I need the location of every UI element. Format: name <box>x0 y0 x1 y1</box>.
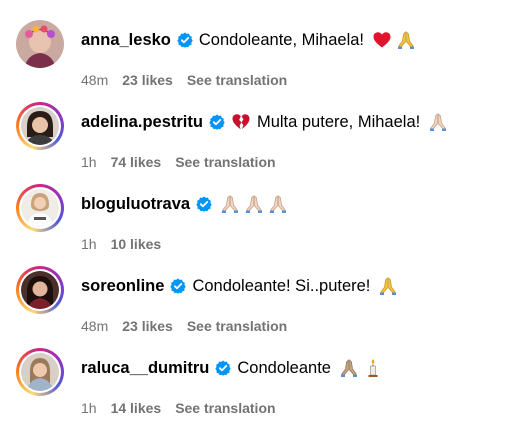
verified-badge-icon <box>170 278 187 294</box>
avatar-image <box>21 107 59 145</box>
verified-badge-icon <box>177 32 193 48</box>
likes-count[interactable]: 23 likes <box>122 318 173 334</box>
comment-meta: 1h 74 likes See translation <box>81 154 276 170</box>
comment-time: 1h <box>81 400 97 416</box>
folded-hands-icon <box>270 195 287 213</box>
comment-item: soreonline Condoleante! Si..putere! 48m … <box>0 266 525 348</box>
likes-count[interactable]: 14 likes <box>111 400 162 416</box>
avatar-image <box>16 20 64 68</box>
avatar[interactable] <box>16 102 64 150</box>
folded-hands-icon <box>340 359 357 377</box>
username[interactable]: raluca__dumitru <box>81 359 209 378</box>
username[interactable]: adelina.pestritu <box>81 113 203 132</box>
comment-text: Multa putere, Mihaela! <box>256 112 421 131</box>
comment-time: 1h <box>81 154 97 170</box>
folded-hands-icon <box>380 277 397 295</box>
comment-meta: 1h 10 likes <box>81 236 175 252</box>
see-translation-button[interactable]: See translation <box>175 400 275 416</box>
username[interactable]: bloguluotrava <box>81 195 190 214</box>
candle-icon <box>368 359 378 377</box>
avatar-image <box>21 271 59 309</box>
avatar[interactable] <box>16 266 64 314</box>
see-translation-button[interactable]: See translation <box>187 72 287 88</box>
verified-badge-icon <box>196 196 212 212</box>
username[interactable]: soreonline <box>81 277 164 296</box>
comment-body: bloguluotrava <box>81 191 288 217</box>
see-translation-button[interactable]: See translation <box>187 318 287 334</box>
broken-heart-icon <box>232 114 250 130</box>
comment-meta: 48m 23 likes See translation <box>81 72 287 88</box>
avatar-image <box>21 353 59 391</box>
likes-count[interactable]: 23 likes <box>122 72 173 88</box>
folded-hands-icon <box>246 195 263 213</box>
comment-time: 48m <box>81 318 109 334</box>
comment-text: Condoleante <box>237 358 331 377</box>
folded-hands-icon <box>430 113 447 131</box>
comment-text: Condoleante, Mihaela! <box>198 30 365 49</box>
avatar-image <box>21 189 59 227</box>
see-translation-button[interactable]: See translation <box>175 154 275 170</box>
verified-badge-icon <box>209 114 225 130</box>
comment-item: adelina.pestritu Multa putere, Mihaela! … <box>0 102 525 184</box>
comment-item: bloguluotrava 1h 10 likes <box>0 184 525 266</box>
comment-time: 48m <box>81 72 109 88</box>
avatar-ring-gap <box>19 269 61 311</box>
red-heart-icon <box>373 32 391 48</box>
username[interactable]: anna_lesko <box>81 31 171 50</box>
comment-meta: 1h 14 likes See translation <box>81 400 276 416</box>
avatar[interactable] <box>16 184 64 232</box>
avatar-ring-gap <box>19 105 61 147</box>
avatar-ring-gap <box>19 187 61 229</box>
avatar-ring-gap <box>19 351 61 393</box>
comment-body: adelina.pestritu Multa putere, Mihaela! <box>81 109 448 135</box>
comment-meta: 48m 23 likes See translation <box>81 318 287 334</box>
avatar[interactable] <box>16 348 64 396</box>
comment-time: 1h <box>81 236 97 252</box>
verified-badge-icon <box>215 360 232 376</box>
comment-body: soreonline Condoleante! Si..putere! <box>81 273 398 299</box>
comment-text: Condoleante! Si..putere! <box>192 276 371 295</box>
likes-count[interactable]: 10 likes <box>111 236 162 252</box>
comment-body: anna_lesko Condoleante, Mihaela! <box>81 27 416 53</box>
folded-hands-icon <box>222 195 239 213</box>
avatar[interactable] <box>16 20 64 68</box>
likes-count[interactable]: 74 likes <box>111 154 162 170</box>
comment-item: anna_lesko Condoleante, Mihaela! 48m 23 … <box>0 20 525 102</box>
comment-body: raluca__dumitru Condoleante <box>81 355 383 381</box>
folded-hands-icon <box>398 31 415 49</box>
